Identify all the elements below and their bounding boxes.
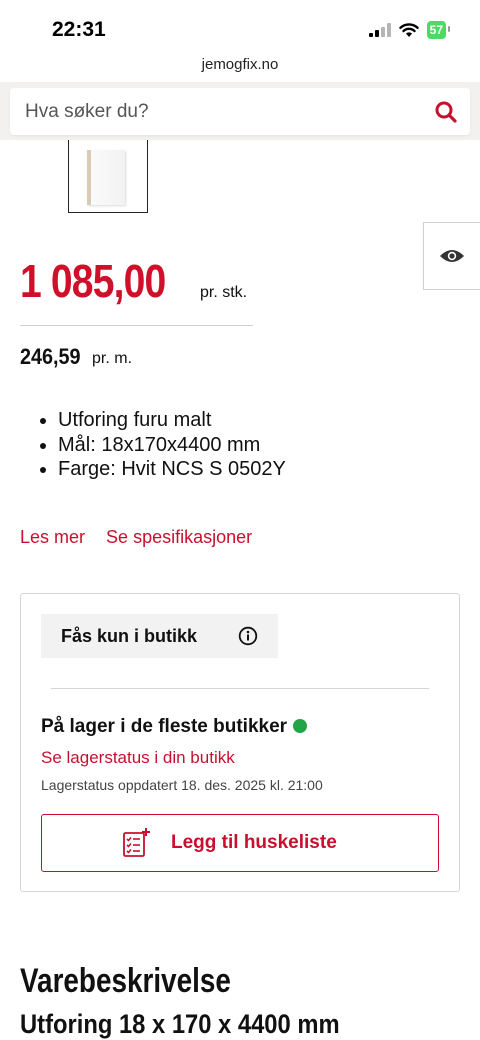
eye-icon [440, 250, 464, 262]
status-time: 22:31 [52, 18, 106, 41]
price-per-meter-unit: pr. m. [92, 350, 133, 367]
feature-list: Utforing furu malt Mål: 18x170x4400 mm F… [36, 408, 286, 482]
feature-item: Mål: 18x170x4400 mm [58, 433, 286, 458]
feature-item: Utforing furu malt [58, 408, 286, 433]
browser-url[interactable]: jemogfix.no [0, 56, 480, 82]
description-heading: Varebeskrivelse [20, 962, 231, 1000]
battery-icon: 57 [426, 21, 451, 39]
product-thumbnail-image [87, 150, 125, 205]
store-only-badge[interactable]: Fås kun i butikk [41, 614, 278, 658]
feature-item: Farge: Hvit NCS S 0502Y [58, 457, 286, 482]
availability-card: Fås kun i butikk På lager i de fleste bu… [20, 593, 460, 892]
wifi-icon [398, 22, 419, 37]
product-links: Les mer Se spesifikasjoner [20, 527, 268, 548]
stock-updated-text: Lagerstatus oppdatert 18. des. 2025 kl. … [41, 777, 323, 793]
checklist-add-icon [123, 828, 150, 857]
search-placeholder: Hva søker du? [25, 101, 149, 122]
description-subheading: Utforing 18 x 170 x 4400 mm [20, 1009, 340, 1039]
read-more-link[interactable]: Les mer [20, 527, 85, 547]
status-icons: 57 [368, 21, 451, 39]
store-only-label: Fås kun i butikk [61, 626, 198, 646]
price-per-meter: 246,59 [20, 344, 81, 369]
battery-level: 57 [429, 23, 443, 37]
search-icon[interactable] [434, 100, 458, 124]
store-stock-link[interactable]: Se lagerstatus i din butikk [41, 748, 235, 768]
availability-divider [51, 688, 429, 689]
product-thumbnail[interactable] [68, 140, 148, 213]
specifications-link[interactable]: Se spesifikasjoner [106, 527, 252, 547]
add-to-wishlist-label: Legg til huskeliste [171, 832, 337, 853]
stock-status: På lager i de fleste butikker [41, 716, 308, 738]
info-icon[interactable] [238, 626, 258, 646]
add-to-wishlist-button[interactable]: Legg til huskeliste [41, 814, 439, 872]
product-price: 1 085,00 [20, 255, 166, 307]
status-bar: 22:31 57 [0, 0, 480, 56]
search-input[interactable]: Hva søker du? [10, 88, 470, 135]
price-divider [20, 325, 253, 326]
cellular-signal-icon [368, 23, 391, 37]
view-button[interactable] [423, 222, 480, 290]
in-stock-dot-icon [293, 719, 308, 733]
stock-status-label: På lager i de fleste butikker [41, 716, 288, 737]
product-price-unit: pr. stk. [200, 284, 248, 301]
